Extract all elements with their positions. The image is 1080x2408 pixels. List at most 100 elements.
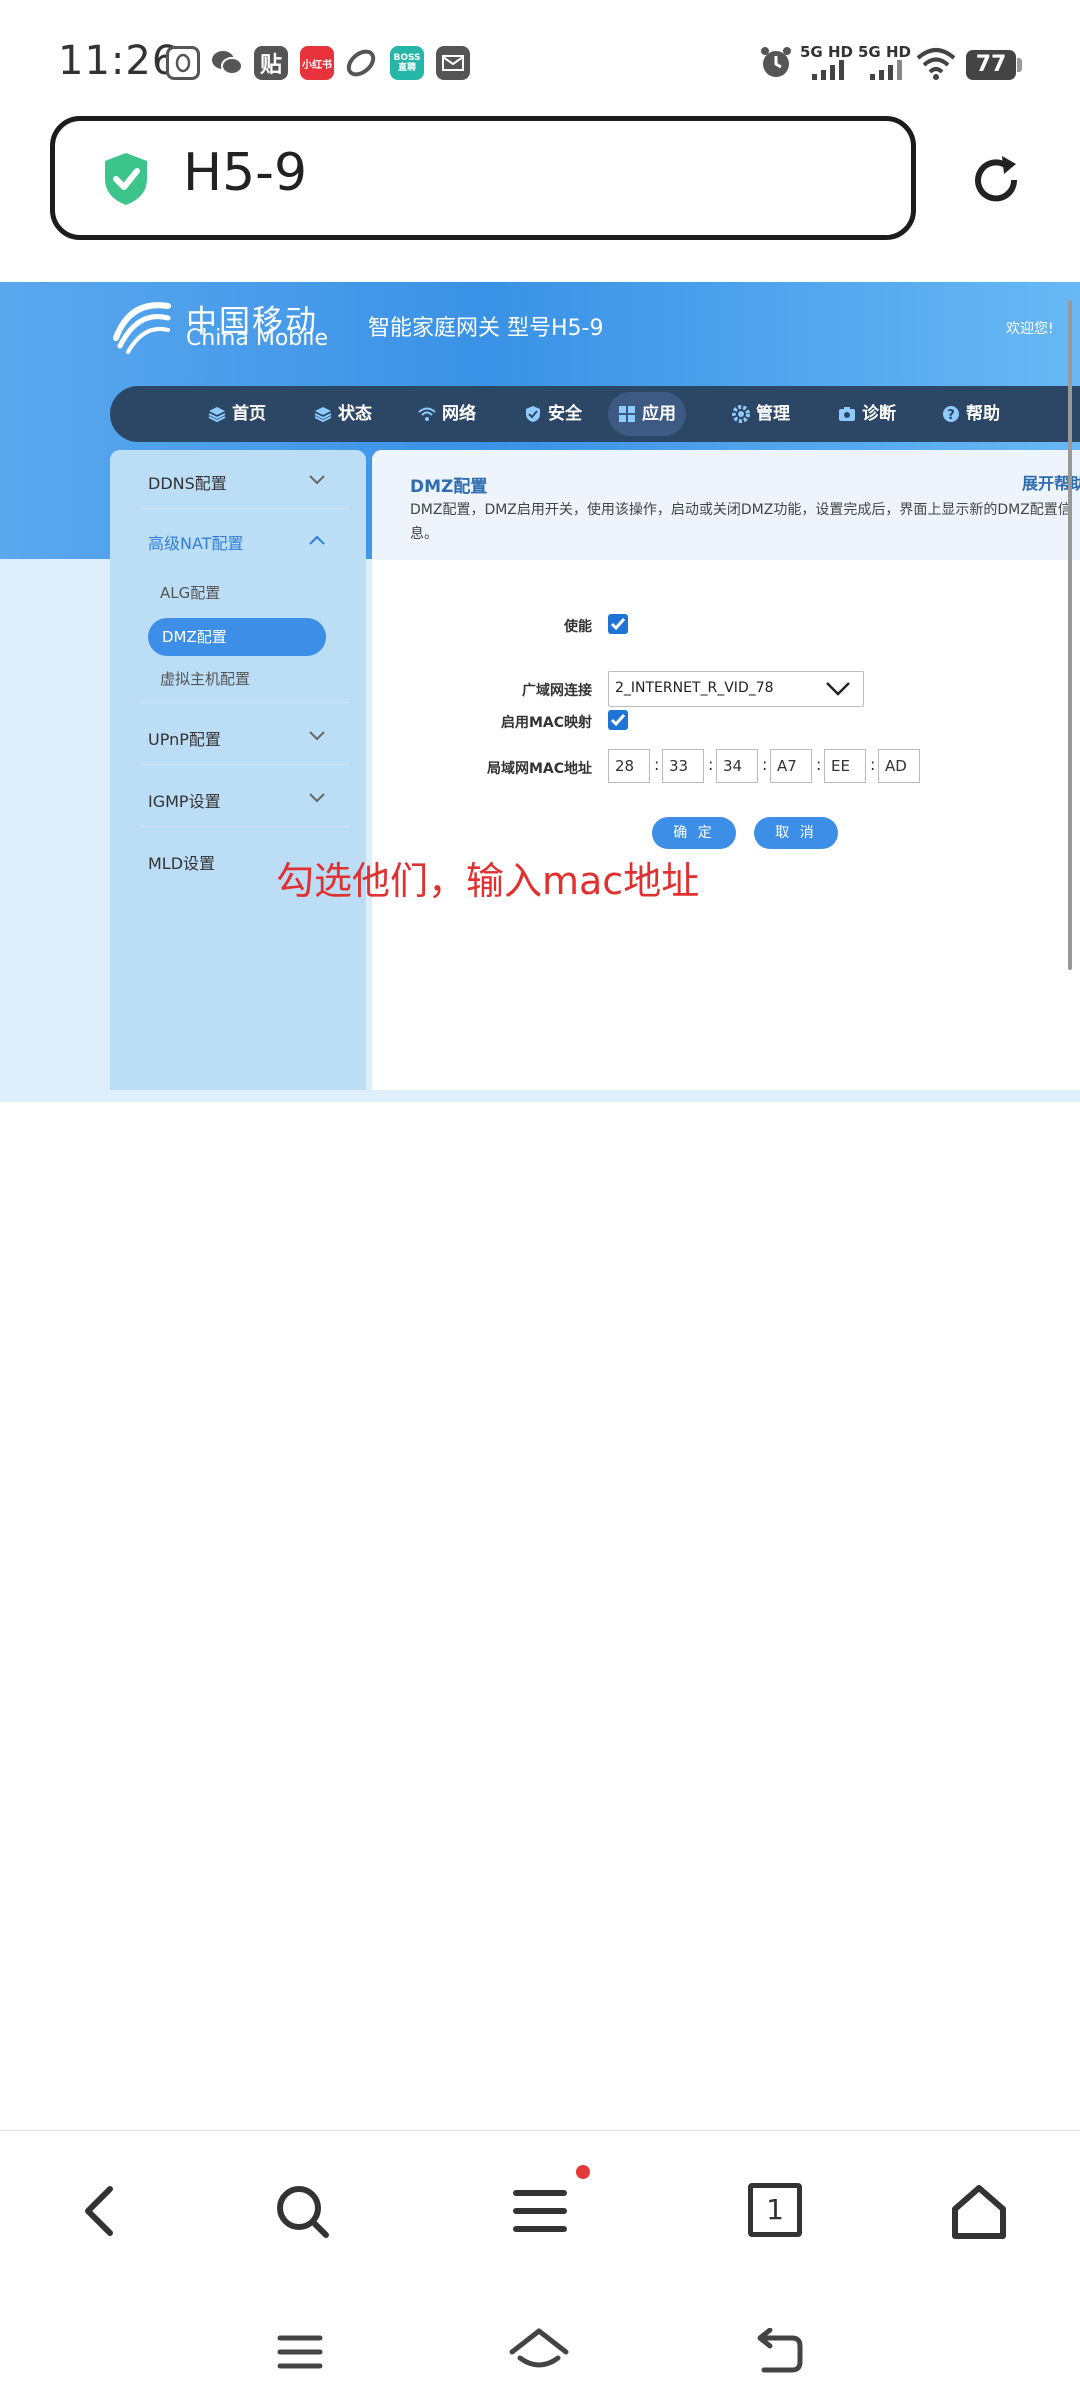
signal-1-bars-icon (812, 60, 848, 84)
mac-mapping-label: 启用MAC映射 (500, 715, 592, 731)
cancel-button[interactable]: 取 消 (754, 817, 838, 849)
sidebar-subitem-virtual-host[interactable]: 虚拟主机配置 (160, 668, 250, 689)
address-bar[interactable]: H5-9 (50, 116, 916, 240)
wifi-icon (418, 407, 436, 421)
annotation-text: 勾选他们，输入mac地址 (276, 859, 700, 903)
sidebar-subitem-alg[interactable]: ALG配置 (160, 582, 220, 603)
brand-name-en: China Mobile (186, 326, 329, 351)
reload-icon[interactable] (966, 150, 1026, 214)
nav-apps[interactable]: 应用 (608, 392, 686, 436)
layers-icon (208, 407, 226, 423)
nav-diagnose[interactable]: 诊断 (838, 386, 896, 442)
system-nav-bar (0, 2290, 1080, 2408)
xiaohongshu-notification-icon: 小红书 (300, 46, 334, 80)
router-web-page: 中国移动 China Mobile 智能家庭网关 型号H5-9 欢迎您! 首页 … (0, 282, 1080, 1102)
mac-separator: : (816, 755, 822, 774)
panel-title: DMZ配置 (410, 477, 488, 497)
signal-2-label: 5G HD (858, 43, 911, 61)
wan-connection-label: 广域网连接 (522, 683, 592, 699)
boss-badge-bottom: 直聘 (397, 63, 416, 73)
mac-separator: : (654, 755, 660, 774)
boss-badge-top: BOSS (393, 53, 421, 63)
mac-octet-5[interactable]: EE (824, 749, 866, 783)
home-nav-icon[interactable] (508, 2326, 570, 2378)
gear-icon (732, 405, 750, 423)
status-bar: 11:26 贴 小红书 BOSS 直聘 5G HD 5G HD 77 (0, 0, 1080, 110)
mac-octet-6[interactable]: AD (878, 749, 920, 783)
gateway-title: 智能家庭网关 型号H5-9 (368, 316, 604, 341)
wan-connection-value: 2_INTERNET_R_VID_78 (615, 680, 774, 696)
nav-manage[interactable]: 管理 (732, 386, 790, 442)
nav-help[interactable]: ? 帮助 (942, 386, 1000, 442)
mac-octet-2[interactable]: 33 (662, 749, 704, 783)
clock: 11:26 (58, 38, 179, 84)
sidebar-item-igmp[interactable]: IGMP设置 (148, 788, 221, 812)
alarm-icon (758, 44, 794, 84)
nav-help-label: 帮助 (966, 404, 1000, 424)
sidebar-divider (140, 764, 350, 765)
chevron-down-icon (309, 475, 325, 485)
nav-network[interactable]: 网络 (418, 386, 476, 442)
nav-security[interactable]: 安全 (524, 386, 582, 442)
recent-apps-icon[interactable] (276, 2332, 324, 2376)
wan-connection-select[interactable]: 2_INTERNET_R_VID_78 (608, 671, 864, 707)
chevron-up-icon (309, 535, 325, 545)
qq-notification-icon (166, 46, 200, 80)
lan-mac-label: 局域网MAC地址 (486, 761, 592, 777)
mac-octet-3[interactable]: 34 (716, 749, 758, 783)
dmz-config-panel: DMZ配置 展开帮助 DMZ配置，DMZ启用开关，使用该操作，启动或关闭DMZ功… (372, 450, 1080, 1090)
sidebar-item-nat[interactable]: 高级NAT配置 (148, 530, 243, 554)
sidebar-item-mld[interactable]: MLD设置 (148, 850, 215, 874)
wifi-icon (916, 46, 956, 84)
boss-notification-icon: BOSS 直聘 (390, 46, 424, 80)
address-text[interactable]: H5-9 (183, 143, 307, 203)
mail-notification-icon (436, 46, 470, 80)
mac-separator: : (762, 755, 768, 774)
sidebar-subitem-dmz[interactable]: DMZ配置 (148, 618, 326, 656)
mac-octet-1[interactable]: 28 (608, 749, 650, 783)
chevron-down-icon (309, 731, 325, 741)
confirm-button[interactable]: 确 定 (652, 817, 736, 849)
back-icon[interactable] (78, 2183, 122, 2243)
nav-status[interactable]: 状态 (314, 386, 372, 442)
enable-checkbox[interactable] (608, 614, 628, 634)
nav-home[interactable]: 首页 (208, 386, 266, 442)
camera-icon (839, 407, 855, 421)
nav-network-label: 网络 (442, 404, 476, 424)
page-scrollbar[interactable] (1068, 300, 1072, 970)
sidebar-item-ddns[interactable]: DDNS配置 (148, 470, 227, 494)
help-icon: ? (943, 406, 959, 423)
link-notification-icon (344, 46, 378, 80)
nav-security-label: 安全 (548, 404, 582, 424)
nav-diagnose-label: 诊断 (862, 404, 896, 424)
checkmark-icon (610, 714, 626, 727)
router-top-nav: 首页 状态 网络 安全 应用 管理 诊断 ? 帮助 (110, 386, 1080, 442)
nav-home-label: 首页 (232, 404, 266, 424)
nav-status-label: 状态 (338, 404, 372, 424)
menu-icon[interactable] (512, 2183, 568, 2243)
home-icon[interactable] (950, 2183, 1008, 2245)
shield-icon (526, 406, 540, 422)
battery-indicator: 77 (966, 50, 1016, 80)
sidebar-divider (140, 508, 350, 509)
battery-tip (1017, 58, 1022, 72)
mac-mapping-checkbox[interactable] (608, 710, 628, 730)
sidebar-item-upnp[interactable]: UPnP配置 (148, 726, 221, 750)
browser-toolbar: 1 (0, 2130, 1080, 2291)
nav-apps-label: 应用 (642, 404, 676, 424)
search-icon[interactable] (274, 2183, 330, 2243)
mac-octet-4[interactable]: A7 (770, 749, 812, 783)
mac-separator: : (870, 755, 876, 774)
enable-label: 使能 (564, 619, 592, 635)
tabs-button[interactable]: 1 (748, 2183, 802, 2237)
grid-icon (619, 406, 635, 422)
back-nav-icon[interactable] (752, 2327, 804, 2378)
svg-text:?: ? (947, 408, 955, 423)
wechat-notification-icon (210, 46, 244, 80)
layers-icon (314, 407, 332, 423)
welcome-text: 欢迎您! (1006, 321, 1054, 337)
signal-2-bars-icon (870, 60, 906, 84)
chevron-down-icon (826, 682, 850, 696)
sidebar-divider (140, 702, 350, 703)
router-sidebar: DDNS配置 高级NAT配置 ALG配置 DMZ配置 虚拟主机配置 UPnP配置… (110, 450, 366, 1090)
